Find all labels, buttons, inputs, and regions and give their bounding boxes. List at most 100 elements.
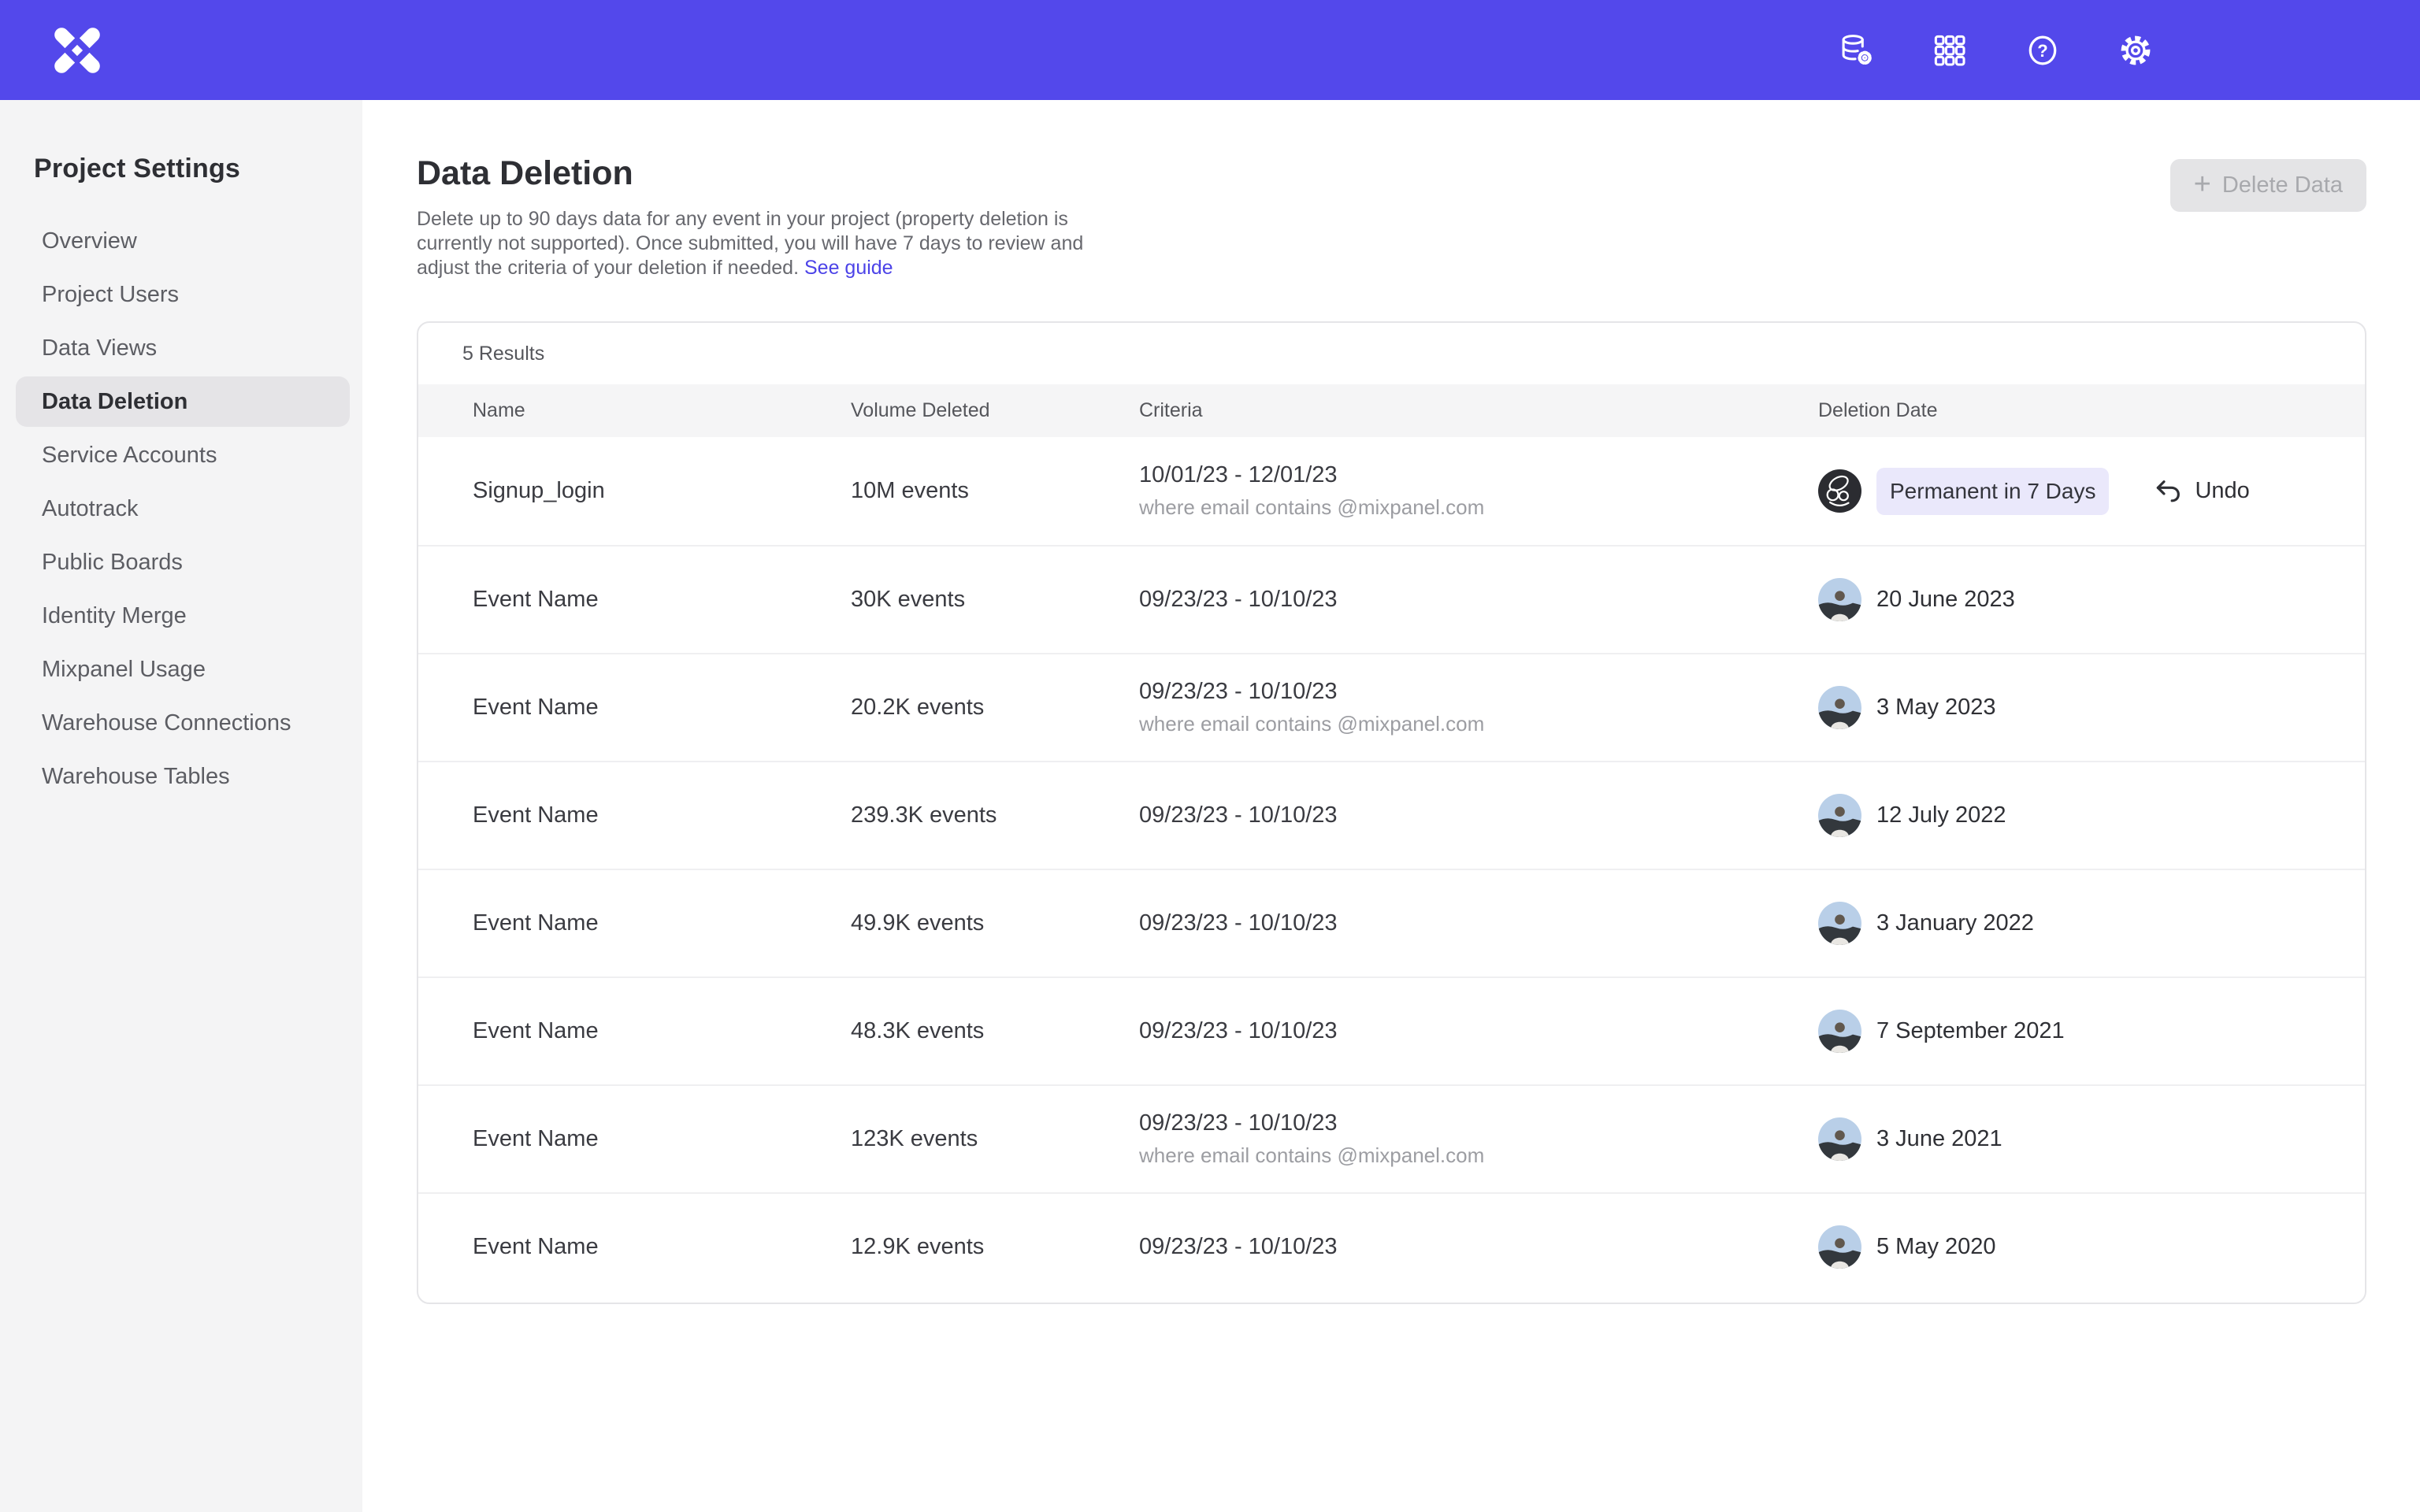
delete-data-button-label: Delete Data [2222,172,2343,198]
top-bar: ? [0,0,2420,100]
person-avatar [1818,686,1861,729]
row-criteria: 09/23/23 - 10/10/23 where email contains… [1139,679,1818,736]
column-header-volume-deleted: Volume Deleted [851,399,1139,422]
apps-grid-icon[interactable] [1932,32,1968,69]
row-deletion-cell: 3 May 2023 [1818,686,2365,729]
page: ? Project Settings OverviewProject Users… [0,0,2420,1512]
row-criteria: 09/23/23 - 10/10/23 [1139,587,1818,613]
sidebar-item-mixpanel-usage[interactable]: Mixpanel Usage [16,644,350,695]
row-name: Event Name [418,695,851,721]
row-name: Event Name [418,802,851,828]
row-deletion-cell: 3 June 2021 [1818,1117,2365,1161]
row-criteria-date: 09/23/23 - 10/10/23 [1139,910,1818,936]
table-row: Event Name 123K events 09/23/23 - 10/10/… [418,1084,2365,1192]
row-criteria: 09/23/23 - 10/10/23 [1139,802,1818,828]
see-guide-link[interactable]: See guide [804,257,893,279]
main-content: Data Deletion Delete up to 90 days data … [362,100,2420,1512]
sidebar-item-data-deletion[interactable]: Data Deletion [16,376,350,427]
table-row: Event Name 30K events 09/23/23 - 10/10/2… [418,545,2365,653]
column-header-criteria: Criteria [1139,399,1818,422]
row-name: Event Name [418,1018,851,1044]
row-name: Event Name [418,1234,851,1260]
row-deletion-cell: 3 January 2022 [1818,902,2365,945]
status-badge: Permanent in 7 Days [1876,468,2109,515]
sidebar-item-identity-merge[interactable]: Identity Merge [16,591,350,641]
sidebar-nav: OverviewProject UsersData ViewsData Dele… [0,216,362,802]
sidebar-item-project-users[interactable]: Project Users [16,269,350,320]
table-row: Signup_login 10M events 10/01/23 - 12/01… [418,437,2365,545]
sidebar-item-public-boards[interactable]: Public Boards [16,537,350,587]
sidebar-item-data-views[interactable]: Data Views [16,323,350,373]
page-title: Data Deletion [417,154,1130,193]
sidebar-item-autotrack[interactable]: Autotrack [16,484,350,534]
row-criteria-date: 09/23/23 - 10/10/23 [1139,802,1818,828]
sidebar-item-warehouse-connections[interactable]: Warehouse Connections [16,698,350,748]
row-criteria-date: 10/01/23 - 12/01/23 [1139,462,1818,488]
row-deletion-cell: 7 September 2021 [1818,1010,2365,1053]
row-name: Signup_login [418,478,851,504]
row-name: Event Name [418,1126,851,1152]
table-header-row: NameVolume DeletedCriteriaDeletion Date [418,384,2365,437]
person-avatar [1818,1010,1861,1053]
data-settings-icon[interactable] [1839,32,1875,69]
sidebar-item-service-accounts[interactable]: Service Accounts [16,430,350,480]
table-row: Event Name 239.3K events 09/23/23 - 10/1… [418,761,2365,869]
plus-icon: + [2194,169,2211,199]
settings-icon[interactable] [2118,32,2154,69]
row-deletion-cell: 20 June 2023 [1818,578,2365,621]
row-deletion-date: 5 May 2020 [1876,1234,1996,1260]
undo-label: Undo [2195,478,2249,504]
table-row: Event Name 12.9K events 09/23/23 - 10/10… [418,1192,2365,1300]
row-criteria-date: 09/23/23 - 10/10/23 [1139,679,1818,705]
row-volume: 10M events [851,478,1139,504]
row-criteria-subtext: where email contains @mixpanel.com [1139,712,1818,736]
row-criteria-subtext: where email contains @mixpanel.com [1139,1143,1818,1168]
mixpanel-logo-icon[interactable] [50,23,105,78]
person-avatar [1818,794,1861,837]
person-avatar [1818,1225,1861,1269]
row-volume: 123K events [851,1126,1139,1152]
table-row: Event Name 48.3K events 09/23/23 - 10/10… [418,976,2365,1084]
row-volume: 30K events [851,587,1139,613]
row-deletion-date: 20 June 2023 [1876,587,2015,613]
person-avatar [1818,578,1861,621]
help-icon[interactable]: ? [2025,32,2061,69]
table-body: Signup_login 10M events 10/01/23 - 12/01… [418,437,2365,1300]
row-name: Event Name [418,910,851,936]
row-criteria-date: 09/23/23 - 10/10/23 [1139,1018,1818,1044]
row-criteria: 10/01/23 - 12/01/23 where email contains… [1139,462,1818,520]
row-criteria-date: 09/23/23 - 10/10/23 [1139,1234,1818,1260]
row-deletion-date: 3 June 2021 [1876,1126,2002,1152]
row-volume: 48.3K events [851,1018,1139,1044]
row-volume: 239.3K events [851,802,1139,828]
page-description: Delete up to 90 days data for any event … [417,207,1130,280]
delete-data-button[interactable]: + Delete Data [2170,159,2366,212]
row-deletion-date: 7 September 2021 [1876,1018,2065,1044]
svg-text:?: ? [2037,41,2047,61]
column-header-name: Name [418,399,851,422]
topbar-icon-group: ? [1839,0,2154,100]
undo-button[interactable]: Undo [2153,476,2249,507]
table-row: Event Name 49.9K events 09/23/23 - 10/10… [418,869,2365,976]
table-row: Event Name 20.2K events 09/23/23 - 10/10… [418,653,2365,761]
row-deletion-date: 12 July 2022 [1876,802,2006,828]
row-criteria: 09/23/23 - 10/10/23 [1139,910,1818,936]
row-name: Event Name [418,587,851,613]
row-volume: 20.2K events [851,695,1139,721]
row-deletion-cell: 12 July 2022 [1818,794,2365,837]
row-criteria: 09/23/23 - 10/10/23 [1139,1018,1818,1044]
results-count: 5 Results [418,323,2365,384]
page-description-text: Delete up to 90 days data for any event … [417,208,1083,279]
row-criteria-date: 09/23/23 - 10/10/23 [1139,1110,1818,1136]
sidebar-item-overview[interactable]: Overview [16,216,350,266]
person-avatar [1818,1117,1861,1161]
main-header: Data Deletion Delete up to 90 days data … [417,154,2366,280]
sketch-avatar [1818,469,1861,513]
row-deletion-date: 3 January 2022 [1876,910,2034,936]
row-criteria-subtext: where email contains @mixpanel.com [1139,495,1818,520]
row-volume: 12.9K events [851,1234,1139,1260]
sidebar-item-warehouse-tables[interactable]: Warehouse Tables [16,751,350,802]
row-deletion-date: 3 May 2023 [1876,695,1996,721]
undo-icon [2153,476,2184,507]
row-criteria: 09/23/23 - 10/10/23 [1139,1234,1818,1260]
